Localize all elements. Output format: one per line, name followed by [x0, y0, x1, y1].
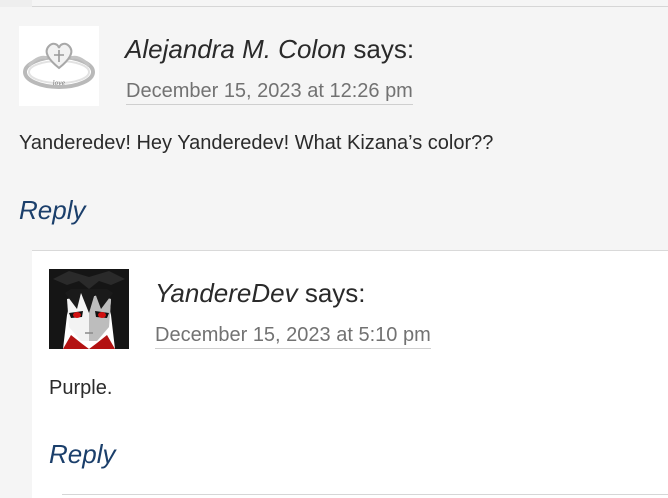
comment-author: YandereDev	[155, 278, 298, 308]
avatar	[49, 269, 129, 349]
says-label: says:	[304, 278, 366, 308]
comment-author-line: YandereDev says:	[155, 278, 366, 308]
divider	[62, 494, 668, 495]
reply-link[interactable]: Reply	[19, 195, 85, 225]
anime-character-icon	[49, 269, 129, 349]
comment-date-link[interactable]: December 15, 2023 at 12:26 pm	[126, 79, 413, 105]
ring-engraving: love	[53, 80, 66, 87]
comment-author-line: Alejandra M. Colon says:	[125, 34, 414, 64]
thread-indent-strip	[0, 0, 32, 7]
ring-icon: love	[19, 26, 99, 106]
comment-author: Alejandra M. Colon	[125, 34, 347, 64]
comment-thread: love Alejandra M. Colon says: December 1…	[0, 0, 668, 498]
comment-date-link[interactable]: December 15, 2023 at 5:10 pm	[155, 323, 431, 349]
comment-text: Yanderedev! Hey Yanderedev! What Kizana’…	[19, 132, 494, 154]
reply-link[interactable]: Reply	[49, 439, 115, 469]
comment-text: Purple.	[49, 377, 113, 399]
says-label: says:	[353, 34, 415, 64]
comment-item-reply: YandereDev says: December 15, 2023 at 5:…	[32, 250, 668, 498]
avatar: love	[19, 26, 99, 106]
